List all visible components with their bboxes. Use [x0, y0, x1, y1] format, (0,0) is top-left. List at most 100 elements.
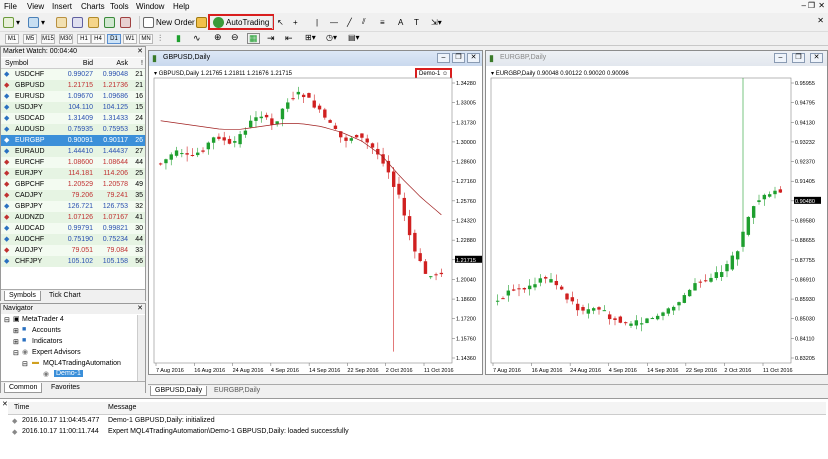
nav-item-indicators[interactable]: Indicators	[32, 338, 62, 345]
nav-item-accounts[interactable]: Accounts	[32, 327, 61, 334]
close-icon[interactable]: ✕	[810, 53, 823, 63]
menu-charts[interactable]: Charts	[81, 2, 105, 11]
menu-insert[interactable]: Insert	[52, 2, 72, 11]
crosshair-icon[interactable]: +	[293, 15, 298, 29]
trendline-icon[interactable]: ╱	[347, 15, 352, 29]
market-watch-button[interactable]	[56, 15, 67, 29]
terminal-close-icon[interactable]: ✕	[2, 400, 8, 408]
autotrading-button[interactable]: AutoTrading	[208, 14, 275, 30]
col-time[interactable]: Time	[14, 404, 29, 411]
tf-mn[interactable]: MN	[139, 34, 153, 44]
text-label-icon[interactable]: T	[414, 15, 419, 29]
nav-item-expert-advisors[interactable]: Expert Advisors	[32, 349, 81, 356]
indicators-icon[interactable]: ⊞▾	[305, 33, 316, 42]
minimize-icon[interactable]: –	[802, 1, 806, 10]
tf-m5[interactable]: M5	[23, 34, 37, 44]
market-watch-row[interactable]: ◆ AUDCAD 0.99791 0.99821 30	[1, 223, 145, 234]
line-chart-icon[interactable]: ∿	[193, 33, 201, 44]
navigator-scrollbar[interactable]	[137, 315, 145, 381]
market-watch-row[interactable]: ◆ USDJPY 104.110 104.125 15	[1, 102, 145, 113]
minimize-icon[interactable]: –	[437, 53, 450, 63]
restore-icon[interactable]: ❐	[452, 53, 465, 63]
new-chart-button[interactable]: ▾	[3, 15, 20, 29]
tf-m1[interactable]: M1	[5, 34, 19, 44]
tf-w1[interactable]: W1	[123, 34, 137, 44]
text-icon[interactable]: A	[398, 15, 403, 29]
market-watch-row[interactable]: ◆ EURJPY 114.181 114.206 25	[1, 168, 145, 179]
menu-view[interactable]: View	[27, 2, 44, 11]
eurgbp-chart[interactable]: 0.95955 0.94795 0.94130 0.93232 0.92370 0.914…	[486, 66, 827, 374]
tree-collapse-icon[interactable]: ⊟	[13, 349, 19, 357]
tf-h1[interactable]: H1	[77, 34, 91, 44]
zoom-in-icon[interactable]: ⊕	[214, 32, 222, 43]
tf-d1[interactable]: D1	[107, 34, 121, 44]
horizontal-line-icon[interactable]: —	[330, 15, 338, 29]
metaeditor-button[interactable]	[196, 15, 207, 29]
tile-windows-icon[interactable]: ▦	[247, 33, 260, 44]
tab-eurgbp-daily[interactable]: EURGBP,Daily	[210, 386, 264, 396]
market-watch-row[interactable]: ◆ AUDJPY 79.051 79.084 33	[1, 245, 145, 256]
col-bid[interactable]: Bid	[83, 58, 93, 69]
tf-m30[interactable]: M30	[59, 34, 73, 44]
profiles-button[interactable]: ▾	[28, 15, 45, 29]
tab-symbols[interactable]: Symbols	[4, 291, 41, 301]
market-watch-row[interactable]: ◆ AUDNZD 1.07126 1.07167 41	[1, 212, 145, 223]
tab-favorites[interactable]: Favorites	[47, 383, 84, 393]
nav-item-mql4[interactable]: MQL4TradingAutomation	[43, 360, 121, 367]
market-watch-row[interactable]: ◆ CADJPY 79.206 79.241 35	[1, 190, 145, 201]
market-watch-row[interactable]: ◆ AUDUSD 0.75935 0.75953 18	[1, 124, 145, 135]
new-order-button[interactable]: New Order	[143, 15, 195, 29]
menu-help[interactable]: Help	[173, 2, 189, 11]
tree-expand-icon[interactable]: ⊞	[13, 338, 19, 346]
market-watch-row[interactable]: ◆ CHFJPY 105.102 105.158 56	[1, 256, 145, 267]
gbpusd-chart[interactable]: 1.34280 1.33005 1.31730 1.30000 1.28600 1.271…	[149, 66, 482, 374]
nav-item-demo1[interactable]: Demo-1	[54, 370, 83, 377]
tree-collapse-icon[interactable]: ⊟	[22, 360, 28, 368]
menu-tools[interactable]: Tools	[110, 2, 129, 11]
menu-file[interactable]: File	[4, 2, 17, 11]
menu-window[interactable]: Window	[136, 2, 164, 11]
col-spread[interactable]: !	[141, 58, 143, 69]
terminal-button[interactable]	[104, 15, 115, 29]
tab-common[interactable]: Common	[4, 383, 43, 393]
market-watch-row[interactable]: ◆ GBPCHF 1.20529 1.20578 49	[1, 179, 145, 190]
restore-icon[interactable]: ❐	[808, 1, 815, 10]
cursor-icon[interactable]: ↖	[277, 15, 284, 29]
tf-m15[interactable]: M15	[41, 34, 55, 44]
tf-h4[interactable]: H4	[91, 34, 105, 44]
tree-collapse-icon[interactable]: ⊟	[4, 316, 10, 324]
log-row[interactable]: ◆ 2016.10.17 11:04:45.477 Demo-1 GBPUSD,…	[8, 416, 826, 427]
market-watch-row[interactable]: ◆ EURAUD 1.44410 1.44437 27	[1, 146, 145, 157]
periods-icon[interactable]: ◷▾	[326, 33, 337, 42]
autoscroll-icon[interactable]: ⇤	[285, 33, 293, 44]
market-watch-row[interactable]: ◆ USDCAD 1.31409 1.31433 24	[1, 113, 145, 124]
tree-expand-icon[interactable]: ⊞	[13, 327, 19, 335]
market-watch-row[interactable]: ◆ GBPJPY 126.721 126.753 32	[1, 201, 145, 212]
market-watch-row[interactable]: ◆ USDCHF 0.99027 0.99048 21	[1, 69, 145, 80]
col-message[interactable]: Message	[108, 404, 136, 411]
market-watch-row[interactable]: ◆ GBPUSD 1.21715 1.21736 21	[1, 80, 145, 91]
data-window-button[interactable]	[72, 15, 83, 29]
market-watch-row[interactable]: ◆ EURGBP 0.90091 0.90117 26	[1, 135, 145, 146]
equidistant-channel-icon[interactable]: ⫽	[362, 15, 366, 29]
navigator-close-icon[interactable]: ✕	[137, 304, 143, 312]
chart-shift-icon[interactable]: ⇥	[267, 33, 275, 44]
minimize-icon[interactable]: –	[774, 53, 787, 63]
vertical-line-icon[interactable]: |	[316, 15, 318, 29]
col-ask[interactable]: Ask	[116, 58, 128, 69]
close-icon[interactable]: ✕	[818, 1, 825, 10]
arrows-icon[interactable]: ⇲▾	[431, 15, 442, 29]
close-chart-icon[interactable]: ✕	[817, 16, 824, 25]
close-icon[interactable]: ✕	[467, 53, 480, 63]
market-watch-row[interactable]: ◆ EURUSD 1.09670 1.09686 16	[1, 91, 145, 102]
templates-icon[interactable]: ▤▾	[348, 33, 360, 42]
navigator-button[interactable]	[88, 15, 99, 29]
bar-chart-icon[interactable]: ⫶	[159, 33, 161, 44]
log-row[interactable]: ◆ 2016.10.17 11:00:11.744 Expert MQL4Tra…	[8, 427, 826, 438]
zoom-out-icon[interactable]: ⊖	[231, 32, 239, 43]
col-symbol[interactable]: Symbol	[5, 58, 28, 69]
tab-tick-chart[interactable]: Tick Chart	[45, 291, 85, 301]
market-watch-row[interactable]: ◆ AUDCHF 0.75190 0.75234 44	[1, 234, 145, 245]
tester-button[interactable]	[120, 15, 131, 29]
nav-item-metatrader[interactable]: MetaTrader 4	[22, 316, 64, 323]
